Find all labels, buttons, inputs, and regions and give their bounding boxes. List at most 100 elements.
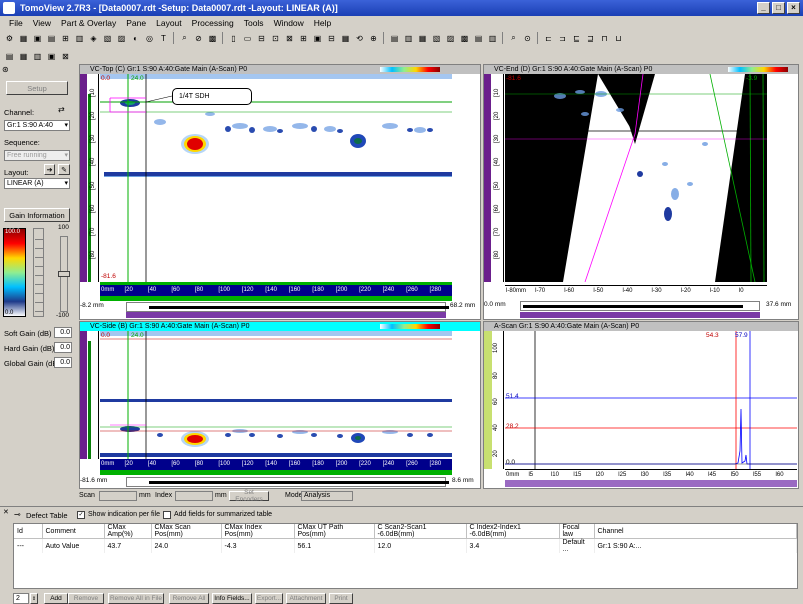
close-button[interactable]: × (787, 2, 800, 14)
attachment-button[interactable]: Attachment (286, 593, 326, 604)
end-dscan-image[interactable] (505, 74, 767, 282)
menu-partoverlay[interactable]: Part & Overlay (56, 16, 121, 30)
toolbar-tool-35-icon[interactable]: ▤ (472, 32, 485, 45)
toolbar2-tool-2-icon[interactable]: ▥ (31, 50, 44, 63)
ascan-left-ruler[interactable] (484, 331, 492, 469)
show-indication-checkbox[interactable]: ✓ (77, 511, 85, 519)
count-field[interactable]: 2 (13, 593, 29, 604)
toolbar-tool-38-icon[interactable]: ⌕ (507, 32, 520, 45)
column-header[interactable]: CMax Amp(%) (104, 524, 152, 539)
menu-processing[interactable]: Processing (187, 16, 239, 30)
toolbar-tool-18-icon[interactable]: ▭ (241, 32, 254, 45)
remove-all-in-file-button[interactable]: Remove All in File (108, 593, 164, 604)
column-header[interactable]: C Scan2-Scan1 -6.0dB(mm) (374, 524, 467, 539)
ascan-plot[interactable] (505, 331, 797, 469)
toolbar-tool-3-icon[interactable]: ▤ (45, 32, 58, 45)
toolbar-tool-26-icon[interactable]: ⟲ (353, 32, 366, 45)
print-button[interactable]: Print (329, 593, 353, 604)
defect-table[interactable]: Id Comment CMax Amp(%) CMax Scan Pos(mm) CMa… (13, 523, 798, 589)
toolbar-tool-1-icon[interactable]: ▦ (17, 32, 30, 45)
info-fields-button[interactable]: Info Fields... (212, 593, 252, 604)
toolbar-tool-30-icon[interactable]: ▥ (402, 32, 415, 45)
column-header[interactable]: CMax Index Pos(mm) (221, 524, 295, 539)
table-row[interactable]: --- Auto Value 43.7 24.0 -4.3 56.1 12.0 3.4 Defa… (14, 538, 797, 553)
layout-edit-button[interactable]: ✎ (58, 164, 70, 175)
toolbar-tool-2-icon[interactable]: ▣ (31, 32, 44, 45)
remove-button[interactable]: Remove (68, 593, 104, 604)
top-view-pane[interactable]: VC-Top (C) Gr:1 S:90 A:40:Gate Main (A-S… (79, 64, 481, 320)
remove-all-button[interactable]: Remove All (169, 593, 209, 604)
layout-arrow-button[interactable]: ➔ (44, 164, 55, 175)
add-fields-checkbox[interactable] (163, 511, 171, 519)
callout-label[interactable]: 1/4T SDH (172, 88, 252, 105)
column-header[interactable]: CMax Scan Pos(mm) (151, 524, 222, 539)
top-cscan-image[interactable]: 1/4T SDH (100, 74, 452, 282)
column-header[interactable]: Comment (42, 524, 105, 539)
toolbar-tool-43-icon[interactable]: ⊑ (570, 32, 583, 45)
toolbar-tool-20-icon[interactable]: ⊡ (269, 32, 282, 45)
toolbar-tool-25-icon[interactable]: ▦ (339, 32, 352, 45)
toolbar-tool-31-icon[interactable]: ▦ (416, 32, 429, 45)
hard-gain-field[interactable]: 0.0 (54, 342, 72, 353)
column-header[interactable]: C Index2-Index1 -6.0dB(mm) (466, 524, 560, 539)
soft-gain-field[interactable]: 0.0 (54, 327, 72, 338)
toolbar-tool-33-icon[interactable]: ▨ (444, 32, 457, 45)
toolbar-tool-24-icon[interactable]: ⊟ (325, 32, 338, 45)
toolbar-tool-4-icon[interactable]: ⊞ (59, 32, 72, 45)
index-field[interactable] (175, 491, 213, 501)
mode-field[interactable]: Analysis (301, 491, 353, 501)
toolbar-tool-11-icon[interactable]: T (157, 32, 170, 45)
menu-file[interactable]: File (4, 16, 28, 30)
maximize-button[interactable]: □ (772, 2, 785, 14)
toolbar-tool-10-icon[interactable]: ◎ (143, 32, 156, 45)
pin-icon[interactable]: ⊛ (2, 65, 9, 74)
global-gain-field[interactable]: 0.0 (54, 357, 72, 368)
toolbar2-tool-0-icon[interactable]: ▤ (3, 50, 16, 63)
side-bscan-image[interactable] (100, 331, 452, 459)
toolbar-tool-5-icon[interactable]: ▥ (73, 32, 86, 45)
top-left-purple-ruler[interactable] (80, 74, 87, 282)
scan-field[interactable] (99, 491, 137, 501)
toolbar-tool-21-icon[interactable]: ⊠ (283, 32, 296, 45)
toolbar-tool-23-icon[interactable]: ▣ (311, 32, 324, 45)
setup-button[interactable]: Setup (6, 81, 68, 95)
top-purple-ruler[interactable] (126, 312, 446, 318)
toolbar-tool-6-icon[interactable]: ◈ (87, 32, 100, 45)
column-header[interactable]: Channel (594, 524, 797, 539)
toolbar-tool-22-icon[interactable]: ⊞ (297, 32, 310, 45)
toolbar-tool-7-icon[interactable]: ▧ (101, 32, 114, 45)
menu-pane[interactable]: Pane (121, 16, 151, 30)
ascan-purple-ruler[interactable] (505, 480, 797, 487)
toolbar2-tool-1-icon[interactable]: ▦ (17, 50, 30, 63)
toolbar-tool-15-icon[interactable]: ▩ (206, 32, 219, 45)
toolbar-tool-8-icon[interactable]: ▨ (115, 32, 128, 45)
minimize-button[interactable]: _ (757, 2, 770, 14)
toolbar-tool-45-icon[interactable]: ⊓ (598, 32, 611, 45)
toolbar-tool-44-icon[interactable]: ⊒ (584, 32, 597, 45)
column-header[interactable]: Id (14, 524, 43, 539)
side-view-pane[interactable]: VC-Side (B) Gr:1 S:90 A:40:Gate Main (A-… (79, 321, 481, 489)
menu-layout[interactable]: Layout (151, 16, 187, 30)
gain-slider-track[interactable] (58, 236, 70, 312)
side-left-purple-ruler[interactable] (80, 331, 87, 459)
add-button[interactable]: Add (44, 593, 68, 604)
end-scroll[interactable] (520, 301, 760, 311)
sequence-select[interactable]: Free running ▾ (4, 150, 70, 161)
set-encoders-button[interactable]: Set Encoders (229, 489, 269, 503)
toolbar-tool-14-icon[interactable]: ⊘ (192, 32, 205, 45)
column-header[interactable]: Focal law (559, 524, 595, 539)
toolbar-tool-17-icon[interactable]: ▯ (227, 32, 240, 45)
side-scroll[interactable] (126, 477, 449, 487)
panel-close-icon[interactable]: ✕ (3, 508, 9, 516)
end-purple-ruler[interactable] (520, 312, 760, 318)
color-palette[interactable] (3, 228, 26, 317)
toolbar-tool-29-icon[interactable]: ▤ (388, 32, 401, 45)
column-header[interactable]: CMax UT Path Pos(mm) (294, 524, 375, 539)
count-spinner[interactable]: ⇕ (30, 593, 38, 604)
gain-information-button[interactable]: Gain Information (4, 208, 70, 222)
toolbar2-tool-4-icon[interactable]: ⊠ (59, 50, 72, 63)
ascan-pane[interactable]: A-Scan Gr:1 S:90 A:40:Gate Main (A-Scan)… (483, 321, 799, 489)
export-button[interactable]: Export... (255, 593, 283, 604)
layout-select[interactable]: LINEAR (A) ▾ (4, 178, 70, 189)
toolbar-tool-41-icon[interactable]: ⊏ (542, 32, 555, 45)
